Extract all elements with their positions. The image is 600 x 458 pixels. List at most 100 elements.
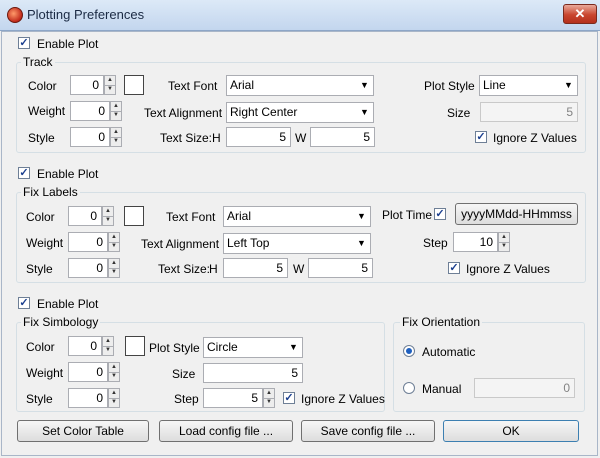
track-weight-input[interactable]: 0 — [70, 101, 110, 121]
fix-labels-step-label: Step — [423, 236, 448, 250]
fix-labels-weight-input[interactable]: 0 — [68, 232, 108, 252]
manual-value-input[interactable]: 0 — [474, 378, 575, 398]
fix-labels-style-spinner[interactable]: ▲ ▼ — [108, 258, 120, 278]
fix-symbology-enable-checkbox[interactable]: ✓ — [18, 297, 30, 309]
track-style-spinner[interactable]: ▲ ▼ — [110, 127, 122, 147]
fix-symbology-plot-style-select[interactable]: Circle ▼ — [203, 337, 303, 358]
save-config-button[interactable]: Save config file ... — [301, 420, 435, 442]
fix-symbology-color-swatch[interactable] — [125, 336, 145, 356]
fix-symbology-size-label: Size — [172, 367, 196, 381]
fix-symbology-color-spinner[interactable]: ▲ ▼ — [102, 336, 114, 356]
chevron-down-icon: ▼ — [360, 107, 369, 117]
spin-down-icon[interactable]: ▼ — [105, 85, 115, 94]
fix-labels-ignore-z-label: Ignore Z Values — [466, 262, 550, 276]
fix-symbology-weight-input[interactable]: 0 — [68, 362, 108, 382]
fix-symbology-plot-style-value: Circle — [207, 340, 238, 354]
fix-symbology-step-spinner[interactable]: ▲ ▼ — [263, 388, 275, 408]
spin-down-icon[interactable]: ▼ — [264, 398, 274, 407]
fix-labels-text-alignment-label: Text Alignment — [141, 237, 220, 251]
fix-labels-group-title: Fix Labels — [21, 185, 80, 199]
fix-orientation-group — [393, 322, 585, 412]
fix-labels-text-font-select[interactable]: Arial ▼ — [223, 206, 371, 227]
fix-symbology-weight-spinner[interactable]: ▲ ▼ — [108, 362, 120, 382]
fix-symbology-color-label: Color — [26, 340, 55, 354]
fix-symbology-ignore-z-checkbox[interactable]: ✓ — [283, 392, 295, 404]
load-config-button[interactable]: Load config file ... — [159, 420, 293, 442]
chevron-down-icon: ▼ — [357, 211, 366, 221]
fix-symbology-color-input[interactable]: 0 — [68, 336, 102, 356]
spin-down-icon[interactable]: ▼ — [109, 398, 119, 407]
track-size-label: Size — [447, 106, 471, 120]
close-button[interactable]: ✕ — [563, 4, 597, 24]
automatic-radio[interactable] — [403, 345, 415, 357]
fix-labels-weight-spinner[interactable]: ▲ ▼ — [108, 232, 120, 252]
track-size-input[interactable]: 5 — [480, 102, 578, 122]
fix-labels-color-spinner[interactable]: ▲ ▼ — [102, 206, 114, 226]
spin-down-icon[interactable]: ▼ — [109, 242, 119, 251]
fix-labels-h-label: H — [209, 262, 218, 276]
fix-labels-text-font-value: Arial — [227, 209, 252, 223]
time-format-button[interactable]: yyyyMMdd-HHmmss — [455, 203, 578, 225]
track-text-font-select[interactable]: Arial ▼ — [226, 75, 374, 96]
fix-symbology-style-spinner[interactable]: ▲ ▼ — [108, 388, 120, 408]
spin-down-icon[interactable]: ▼ — [111, 137, 121, 146]
fix-labels-text-alignment-select[interactable]: Left Top ▼ — [223, 233, 371, 254]
fix-labels-enable-checkbox[interactable]: ✓ — [18, 167, 30, 179]
spin-down-icon[interactable]: ▼ — [103, 216, 113, 225]
ok-button[interactable]: OK — [443, 420, 579, 442]
track-enable-label: Enable Plot — [37, 37, 99, 51]
fix-labels-text-alignment-value: Left Top — [227, 236, 270, 250]
track-text-alignment-select[interactable]: Right Center ▼ — [226, 102, 374, 123]
fix-labels-w-input[interactable]: 5 — [308, 258, 373, 278]
chevron-down-icon: ▼ — [360, 80, 369, 90]
fix-labels-ignore-z-checkbox[interactable]: ✓ — [448, 262, 460, 274]
track-color-spinner[interactable]: ▲ ▼ — [104, 75, 116, 95]
track-h-input[interactable]: 5 — [226, 127, 291, 147]
track-plot-style-select[interactable]: Line ▼ — [479, 75, 578, 96]
fix-labels-style-input[interactable]: 0 — [68, 258, 108, 278]
spin-down-icon[interactable]: ▼ — [109, 268, 119, 277]
chevron-down-icon: ▼ — [564, 80, 573, 90]
fix-symbology-step-input[interactable]: 5 — [203, 388, 263, 408]
fix-labels-color-input[interactable]: 0 — [68, 206, 102, 226]
track-plot-style-label: Plot Style — [424, 79, 475, 93]
fix-labels-text-font-label: Text Font — [166, 210, 216, 224]
track-color-swatch[interactable] — [124, 75, 144, 95]
fix-labels-enable-label: Enable Plot — [37, 167, 99, 181]
fix-labels-step-input[interactable]: 10 — [453, 232, 498, 252]
app-icon — [7, 7, 23, 23]
manual-label: Manual — [422, 382, 462, 396]
fix-symbology-step-label: Step — [174, 392, 199, 406]
track-ignore-z-checkbox[interactable]: ✓ — [475, 131, 487, 143]
track-style-label: Style — [28, 131, 55, 145]
track-weight-spinner[interactable]: ▲ ▼ — [110, 101, 122, 121]
track-style-input[interactable]: 0 — [70, 127, 110, 147]
spin-down-icon[interactable]: ▼ — [103, 346, 113, 355]
track-color-label: Color — [28, 79, 57, 93]
spin-down-icon[interactable]: ▼ — [499, 242, 509, 251]
manual-radio[interactable] — [403, 382, 415, 394]
fix-labels-color-label: Color — [26, 210, 55, 224]
fix-labels-h-input[interactable]: 5 — [223, 258, 288, 278]
fix-orientation-group-title: Fix Orientation — [400, 315, 483, 329]
track-h-label: H — [212, 131, 221, 145]
track-plot-style-value: Line — [483, 78, 506, 92]
spin-down-icon[interactable]: ▼ — [109, 372, 119, 381]
fix-symbology-plot-style-label: Plot Style — [149, 341, 200, 355]
fix-symbology-size-input[interactable]: 5 — [203, 363, 303, 383]
track-text-size-label: Text Size: — [160, 131, 213, 145]
track-enable-checkbox[interactable]: ✓ — [18, 37, 30, 49]
fix-symbology-style-input[interactable]: 0 — [68, 388, 108, 408]
track-group-title: Track — [21, 55, 55, 69]
spin-down-icon[interactable]: ▼ — [111, 111, 121, 120]
track-text-font-value: Arial — [230, 78, 255, 92]
track-weight-label: Weight — [28, 104, 66, 118]
set-color-table-button[interactable]: Set Color Table — [17, 420, 149, 442]
fix-labels-color-swatch[interactable] — [124, 206, 144, 226]
track-w-input[interactable]: 5 — [310, 127, 375, 147]
fix-labels-text-size-label: Text Size: — [158, 262, 211, 276]
fix-labels-step-spinner[interactable]: ▲ ▼ — [498, 232, 510, 252]
track-color-input[interactable]: 0 — [70, 75, 104, 95]
chevron-down-icon: ▼ — [357, 238, 366, 248]
fix-labels-plot-time-checkbox[interactable]: ✓ — [434, 208, 446, 220]
